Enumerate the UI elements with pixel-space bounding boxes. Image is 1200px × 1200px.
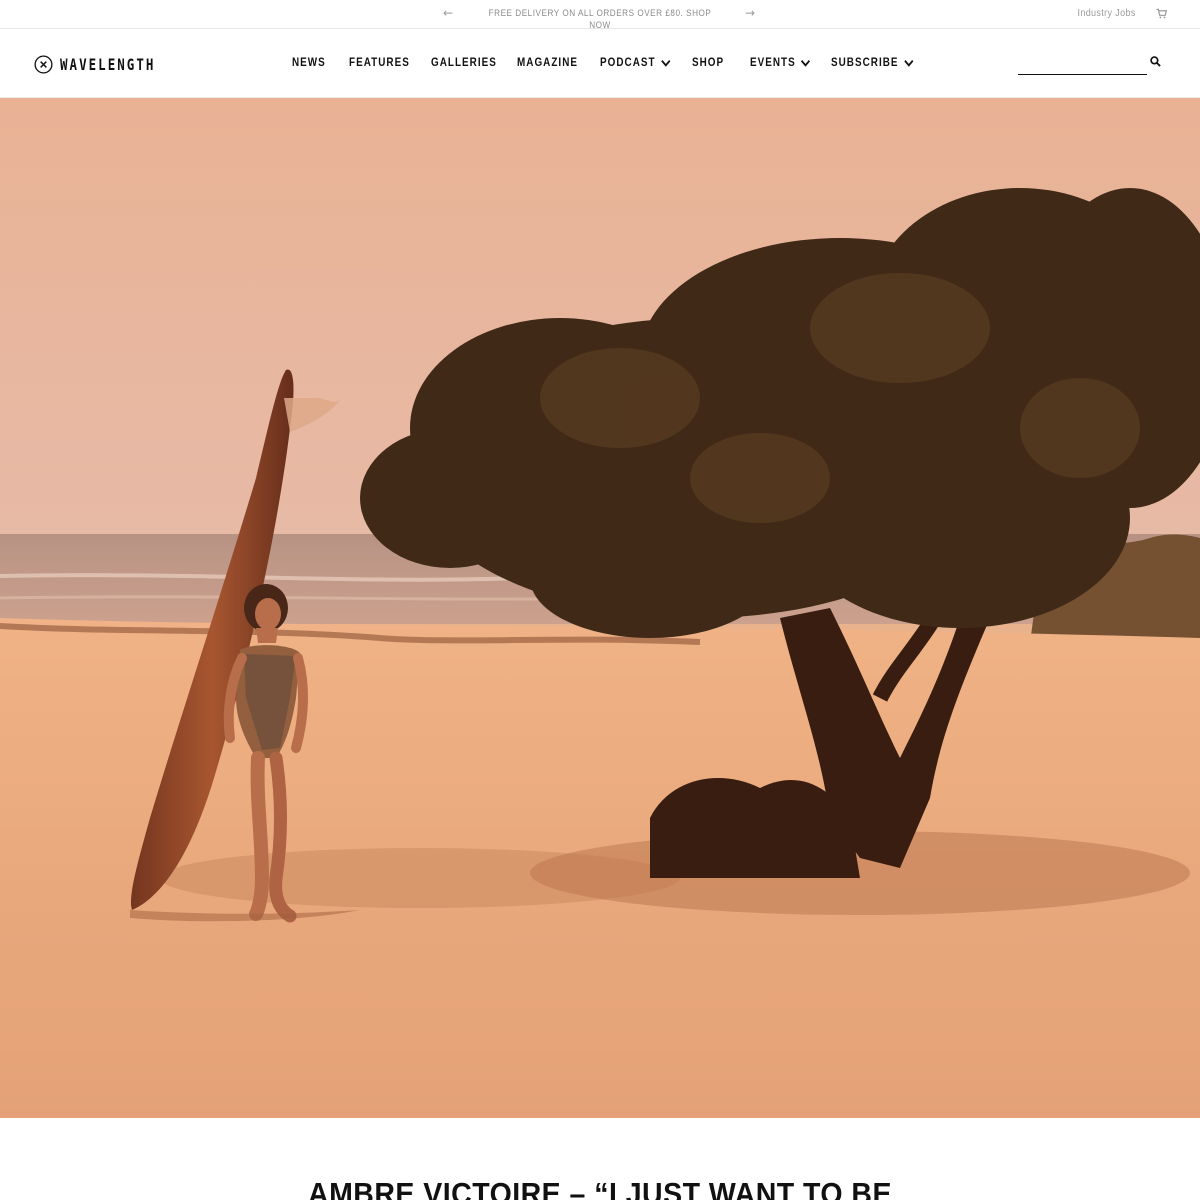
chevron-down-icon <box>801 59 811 67</box>
chevron-down-icon <box>660 59 671 67</box>
nav-label: MAGAZINE <box>517 57 579 69</box>
hero-illustration <box>0 98 1200 1118</box>
announcement-prev-arrow[interactable]: ← <box>443 6 453 20</box>
announcement-bar: ← FREE DELIVERY ON ALL ORDERS OVER £80. … <box>0 0 1200 31</box>
industry-jobs-link[interactable]: Industry Jobs <box>1078 8 1136 20</box>
nav-galleries[interactable]: GALLERIES <box>431 56 497 70</box>
nav-magazine[interactable]: MAGAZINE <box>517 56 578 70</box>
search-input[interactable] <box>1018 53 1147 75</box>
nav-label: GALLERIES <box>431 57 497 69</box>
article-title: AMBRE VICTOIRE – “I JUST WANT TO BE <box>308 1176 892 1200</box>
nav-subscribe[interactable]: SUBSCRIBE <box>831 56 913 70</box>
search-icon[interactable] <box>1150 56 1161 67</box>
nav-label: PODCAST <box>600 57 656 69</box>
nav-label: FEATURES <box>349 57 410 69</box>
nav-label: EVENTS <box>750 57 796 69</box>
nav-label: SHOP <box>692 57 725 69</box>
chevron-down-icon <box>903 59 913 67</box>
announcement-next-arrow[interactable]: → <box>745 6 755 20</box>
nav-features[interactable]: FEATURES <box>349 56 410 70</box>
nav-shop[interactable]: SHOP <box>692 56 724 70</box>
nav-label: NEWS <box>292 57 326 69</box>
site-header: WAVELENGTH NEWS FEATURES GALLERIES MAGAZ… <box>0 29 1200 98</box>
cart-icon[interactable] <box>1156 8 1167 19</box>
nav-events[interactable]: EVENTS <box>750 56 811 70</box>
hero-photo <box>0 98 1200 1118</box>
nav-podcast[interactable]: PODCAST <box>600 56 671 70</box>
nav-label: SUBSCRIBE <box>831 57 899 69</box>
nav-news[interactable]: NEWS <box>292 56 326 70</box>
